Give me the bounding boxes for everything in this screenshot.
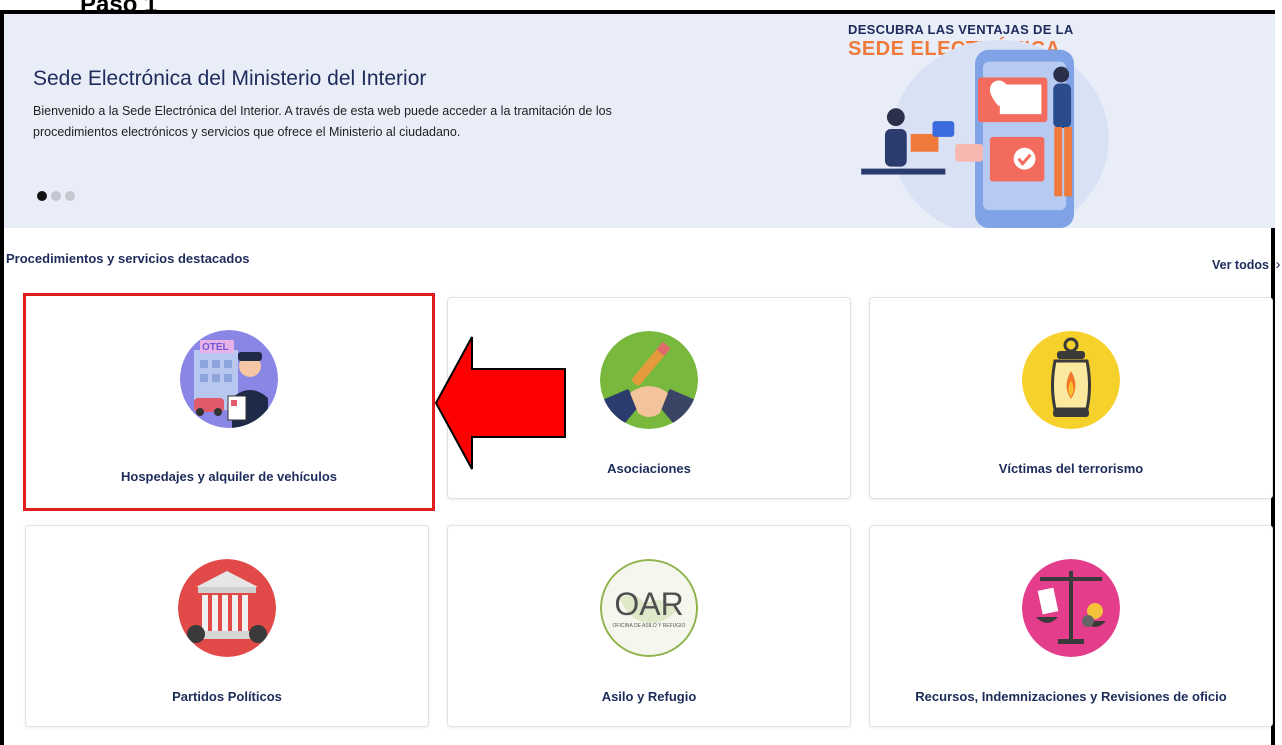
scales-icon bbox=[1022, 559, 1120, 657]
card-label: Víctimas del terrorismo bbox=[998, 461, 1144, 476]
chevron-right-icon: › bbox=[1275, 256, 1281, 273]
card-label: Hospedajes y alquiler de vehículos bbox=[120, 469, 338, 484]
oar-logo-text: OAR bbox=[614, 586, 683, 622]
banner-title: Sede Electrónica del Ministerio del Inte… bbox=[33, 67, 427, 90]
banner-description: Bienvenido a la Sede Electrónica del Int… bbox=[33, 104, 612, 139]
promo-illustration bbox=[861, 39, 1109, 228]
carousel-dot-2[interactable] bbox=[51, 191, 61, 201]
svg-text:OTEL: OTEL bbox=[202, 342, 229, 353]
section-title: Procedimientos y servicios destacados bbox=[6, 251, 250, 266]
card-label: Partidos Políticos bbox=[172, 689, 282, 704]
oar-logo-icon: OAR OFICINA DE ASILO Y REFUGIO bbox=[600, 559, 698, 657]
carousel-dot-3[interactable] bbox=[65, 191, 75, 201]
see-all-label: Ver todos bbox=[1212, 258, 1269, 272]
handshake-icon bbox=[600, 331, 698, 429]
card-hospedajes[interactable]: OTEL Hospedajes y alquiler de vehículos bbox=[23, 293, 435, 511]
card-victimas-terrorismo[interactable]: Víctimas del terrorismo bbox=[869, 297, 1273, 499]
lantern-icon bbox=[1022, 331, 1120, 429]
card-label: Recursos, Indemnizaciones y Revisiones d… bbox=[915, 689, 1227, 704]
card-label: Asilo y Refugio bbox=[601, 689, 697, 704]
institution-icon bbox=[178, 559, 276, 657]
card-recursos-indemnizaciones[interactable]: Recursos, Indemnizaciones y Revisiones d… bbox=[869, 525, 1273, 727]
see-all-link[interactable]: Ver todos › bbox=[1212, 256, 1280, 273]
carousel-dots bbox=[37, 191, 75, 201]
hero-banner: Sede Electrónica del Ministerio del Inte… bbox=[4, 14, 1275, 228]
oar-logo-subtext: OFICINA DE ASILO Y REFUGIO bbox=[613, 623, 686, 629]
annotation-arrow bbox=[434, 336, 566, 470]
card-partidos-politicos[interactable]: Partidos Políticos bbox=[25, 525, 429, 727]
carousel-dot-1[interactable] bbox=[37, 191, 47, 201]
card-asilo-refugio[interactable]: OAR OFICINA DE ASILO Y REFUGIO Asilo y R… bbox=[447, 525, 851, 727]
hotel-police-icon: OTEL bbox=[180, 330, 278, 428]
